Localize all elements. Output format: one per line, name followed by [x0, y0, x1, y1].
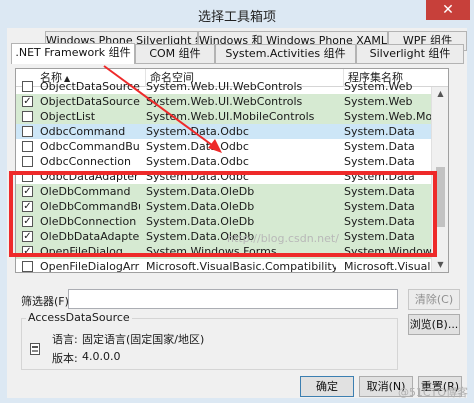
row-checkbox[interactable]: ✓: [22, 201, 33, 212]
table-row[interactable]: OdbcDataAdapter System.Data.Odbc System.Da…: [16, 169, 432, 184]
tab-com[interactable]: COM 组件: [135, 44, 215, 64]
row-assembly: System.Data: [344, 215, 415, 228]
row-namespace: System.Data.Odbc: [146, 170, 249, 183]
row-assembly: System.Web: [344, 80, 413, 93]
watermark-corner: @51CTO博客: [397, 386, 468, 399]
row-checkbox[interactable]: ✓: [22, 246, 33, 257]
table-row[interactable]: ObjectList System.Web.UI.MobileControls Sy…: [16, 109, 440, 124]
row-namespace: System.Data.Odbc: [146, 140, 249, 153]
window-title: 选择工具箱项: [197, 10, 276, 25]
row-namespace: System.Data.Odbc: [146, 155, 249, 168]
row-name: ObjectDataSource: [40, 80, 140, 93]
row-namespace: System.Data.OleDb: [146, 200, 255, 213]
table-row[interactable]: OpenFileDialogArray Microsoft.VisualBasic…: [16, 259, 440, 273]
row-name: OleDbCommandBuild: [40, 200, 140, 213]
row-checkbox[interactable]: [22, 111, 33, 122]
row-checkbox[interactable]: [22, 261, 33, 272]
row-namespace: System.Data.OleDb: [146, 215, 255, 228]
table-row[interactable]: ObjectDataSource System.Web.UI.WebControl…: [16, 79, 432, 94]
row-checkbox[interactable]: [22, 156, 33, 167]
row-checkbox[interactable]: [22, 81, 33, 92]
row-assembly: System.Data: [344, 125, 415, 138]
filter-label: 筛选器(F):: [21, 295, 73, 308]
row-checkbox[interactable]: ✓: [22, 231, 33, 242]
row-name: ObjectDataSource: [40, 95, 140, 108]
row-checkbox[interactable]: [22, 126, 33, 137]
row-assembly: System.Data: [344, 185, 415, 198]
row-name: OpenFileDialog: [40, 245, 123, 258]
row-name: OpenFileDialogArray: [40, 260, 140, 273]
row-assembly: System.Web: [344, 95, 413, 108]
row-namespace: System.Data.OleDb: [146, 185, 255, 198]
table-row[interactable]: ✓ OpenFileDialog System.Windows.Forms Syste…: [16, 244, 440, 259]
row-checkbox[interactable]: ✓: [22, 186, 33, 197]
details-group: AccessDataSource 语言: 固定语言(固定国家/地区) 版本: 4…: [21, 311, 398, 370]
row-checkbox[interactable]: ✓: [22, 96, 33, 107]
table-row[interactable]: OdbcConnection System.Data.Odbc System.Dat…: [16, 154, 432, 169]
row-name: OleDbDataAdapter: [40, 230, 140, 243]
vertical-scrollbar[interactable]: ▲ ▼: [431, 87, 448, 272]
scroll-up-icon[interactable]: ▲: [432, 87, 448, 101]
row-namespace: System.Web.UI.MobileControls: [146, 110, 315, 123]
close-button[interactable]: ✕: [426, 0, 470, 20]
row-assembly: System.Data: [344, 170, 415, 183]
row-namespace: Microsoft.VisualBasic.Compatibility.VB6: [146, 260, 336, 273]
row-name: OdbcConnection: [40, 155, 131, 168]
browse-button[interactable]: 浏览(B)...: [408, 314, 460, 335]
dialog-client: Windows Phone Silverlight 组件 Windows 和 W…: [7, 28, 467, 398]
row-assembly: System.Data: [344, 155, 415, 168]
table-row[interactable]: OdbcCommand System.Data.Odbc System.Data: [16, 124, 432, 139]
row-name: ObjectList: [40, 110, 96, 123]
row-name: OleDbCommand: [40, 185, 131, 198]
selected-component-name: AccessDataSource: [26, 311, 132, 324]
tab-silverlight[interactable]: Silverlight 组件: [356, 44, 464, 64]
version-value: 4.0.0.0: [82, 350, 121, 363]
table-row[interactable]: ✓ OleDbConnection System.Data.OleDb System.…: [16, 214, 432, 229]
tab-net-framework[interactable]: .NET Framework 组件: [11, 43, 135, 64]
table-row[interactable]: ✓ ObjectDataSource System.Web.UI.WebContro…: [16, 94, 432, 109]
row-name: OleDbConnection: [40, 215, 137, 228]
component-icon: [30, 343, 40, 355]
table-row[interactable]: ✓ OleDbCommandBuild System.Data.OleDb Syste…: [16, 199, 432, 214]
language-label: 语言:: [52, 333, 78, 346]
row-name: OdbcCommandBuilde: [40, 140, 140, 153]
tab-system-activities[interactable]: System.Activities 组件: [215, 44, 356, 64]
row-checkbox[interactable]: [22, 141, 33, 152]
row-name: OdbcDataAdapter: [40, 170, 139, 183]
clear-button[interactable]: 清除(C): [408, 289, 460, 310]
row-assembly: Microsoft.VisualBasic.C: [344, 260, 440, 273]
row-assembly: System.Data: [344, 140, 415, 153]
title-bar: 选择工具箱项 ✕: [0, 0, 474, 28]
row-namespace: System.Web.UI.WebControls: [146, 95, 303, 108]
row-namespace: System.Data.Odbc: [146, 125, 249, 138]
language-value: 固定语言(固定国家/地区): [82, 333, 205, 346]
ok-button[interactable]: 确定: [300, 376, 354, 397]
version-label: 版本:: [52, 352, 78, 365]
row-checkbox[interactable]: [22, 171, 33, 182]
row-name: OdbcCommand: [40, 125, 126, 138]
row-assembly: System.Data: [344, 230, 415, 243]
row-checkbox[interactable]: ✓: [22, 216, 33, 227]
row-assembly: System.Web.Mobile: [344, 110, 440, 123]
scroll-thumb[interactable]: [436, 167, 445, 227]
row-assembly: System.Data: [344, 200, 415, 213]
table-row[interactable]: OdbcCommandBuilde System.Data.Odbc System.…: [16, 139, 432, 154]
filter-input[interactable]: [68, 289, 398, 309]
row-namespace: System.Windows.Forms: [146, 245, 277, 258]
table-row[interactable]: ✓ OleDbDataAdapter System.Data.OleDb System…: [16, 229, 432, 244]
row-namespace: System.Web.UI.WebControls: [146, 80, 303, 93]
table-row[interactable]: ✓ OleDbCommand System.Data.OleDb System.Dat…: [16, 184, 432, 199]
scroll-down-icon[interactable]: ▼: [432, 258, 448, 272]
row-assembly: System.Windows.Forms: [344, 245, 440, 258]
watermark-text: http://blog.csdn.net/: [227, 232, 339, 245]
